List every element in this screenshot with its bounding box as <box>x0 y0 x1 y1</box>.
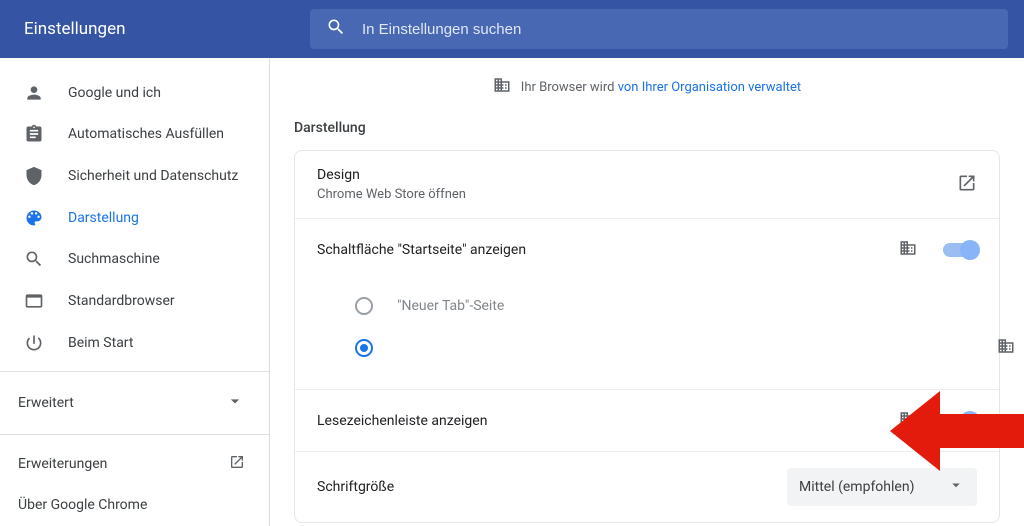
search-icon <box>326 17 346 41</box>
radio-custom-url[interactable] <box>355 327 977 369</box>
sidebar-item-google[interactable]: Google und ich <box>0 72 269 114</box>
chevron-down-icon <box>947 476 965 498</box>
org-managed-notice: Ihr Browser wird von Ihrer Organisation … <box>270 58 1024 116</box>
font-size-select[interactable]: Mittel (empfohlen) <box>787 468 977 506</box>
row-bookmarks-bar: Lesezeichenleiste anzeigen <box>295 390 999 452</box>
magnify-icon <box>24 249 44 269</box>
org-notice-link[interactable]: von Ihrer Organisation verwaltet <box>618 80 802 95</box>
sidebar: Google und ich Automatisches Ausfüllen S… <box>0 58 270 526</box>
sidebar-item-default-browser[interactable]: Standardbrowser <box>0 280 269 322</box>
building-icon <box>997 337 1015 359</box>
design-subtitle: Chrome Web Store öffnen <box>317 187 957 202</box>
power-icon <box>24 333 44 353</box>
radio-new-tab[interactable]: "Neuer Tab"-Seite <box>355 285 977 327</box>
sidebar-advanced[interactable]: Erweitert <box>0 380 269 425</box>
sidebar-item-label: Beim Start <box>68 335 133 351</box>
building-icon <box>899 239 917 261</box>
radio-icon <box>355 297 373 315</box>
search-bar[interactable] <box>310 9 1008 49</box>
home-button-radio-group: "Neuer Tab"-Seite <box>295 281 999 390</box>
radio-icon <box>355 339 373 357</box>
page-title: Einstellungen <box>0 19 300 39</box>
bookmarks-bar-toggle[interactable] <box>943 414 977 428</box>
browser-icon <box>24 291 44 311</box>
chevron-down-icon <box>225 391 245 415</box>
sidebar-item-label: Standardbrowser <box>68 293 175 309</box>
shield-icon <box>24 166 44 186</box>
font-size-value: Mittel (empfohlen) <box>799 479 914 495</box>
extensions-label: Erweiterungen <box>18 456 107 472</box>
sidebar-item-label: Sicherheit und Datenschutz <box>68 168 238 184</box>
sidebar-item-label: Google und ich <box>68 85 161 101</box>
sidebar-item-label: Suchmaschine <box>68 251 160 267</box>
sidebar-about[interactable]: Über Google Chrome <box>0 484 269 526</box>
divider <box>0 434 269 435</box>
appearance-section-title: Darstellung <box>270 116 1024 150</box>
sidebar-item-label: Darstellung <box>68 210 139 226</box>
font-size-title: Schriftgröße <box>317 479 787 495</box>
home-button-toggle[interactable] <box>943 243 977 257</box>
clipboard-icon <box>24 124 44 144</box>
building-icon <box>493 76 511 98</box>
sidebar-item-startup[interactable]: Beim Start <box>0 322 269 364</box>
sidebar-item-search[interactable]: Suchmaschine <box>0 239 269 281</box>
org-notice-text: Ihr Browser wird von Ihrer Organisation … <box>521 80 801 95</box>
divider <box>0 371 269 372</box>
external-link-icon <box>957 173 977 197</box>
row-design[interactable]: Design Chrome Web Store öffnen <box>295 151 999 219</box>
external-link-icon <box>229 454 245 474</box>
radio-custom-url-input[interactable] <box>397 341 597 355</box>
bookmarks-bar-title: Lesezeichenleiste anzeigen <box>317 413 899 429</box>
about-label: Über Google Chrome <box>18 497 147 513</box>
row-font-size: Schriftgröße Mittel (empfohlen) <box>295 452 999 522</box>
row-home-button: Schaltfläche "Startseite" anzeigen <box>295 219 999 281</box>
search-input[interactable] <box>362 21 992 38</box>
person-icon <box>24 83 44 103</box>
content-area: Ihr Browser wird von Ihrer Organisation … <box>270 58 1024 526</box>
settings-header: Einstellungen <box>0 0 1024 58</box>
sidebar-item-autofill[interactable]: Automatisches Ausfüllen <box>0 114 269 156</box>
sidebar-item-security[interactable]: Sicherheit und Datenschutz <box>0 155 269 197</box>
sidebar-item-appearance[interactable]: Darstellung <box>0 197 269 239</box>
sidebar-item-label: Automatisches Ausfüllen <box>68 126 224 142</box>
appearance-card: Design Chrome Web Store öffnen Schaltflä… <box>294 150 1000 523</box>
building-icon <box>899 410 917 432</box>
advanced-label: Erweitert <box>18 395 74 411</box>
home-button-title: Schaltfläche "Startseite" anzeigen <box>317 242 899 258</box>
radio-new-tab-label: "Neuer Tab"-Seite <box>397 298 504 314</box>
design-title: Design <box>317 167 957 183</box>
sidebar-extensions[interactable]: Erweiterungen <box>0 443 269 485</box>
palette-icon <box>24 208 44 228</box>
